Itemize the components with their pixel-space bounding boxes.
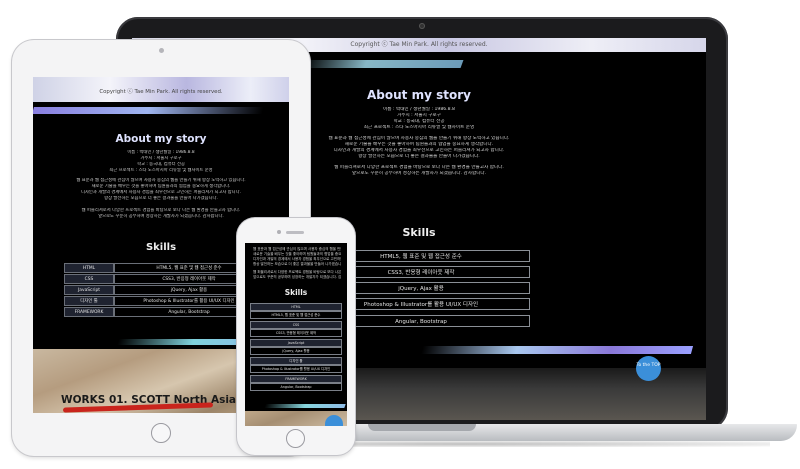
about-line: 거주지 : 서울시 구로구 (140, 156, 182, 161)
skill-value: CSS3, 반응형 레이아웃 제작 (250, 329, 342, 337)
skill-key: JavaScript (64, 285, 114, 295)
skill-key: FRAMEWORK (250, 375, 342, 383)
to-top-button[interactable]: To the TOP (636, 356, 661, 381)
skill-value: jQuery, Ajax 활용 (250, 347, 342, 355)
brush-stroke-decoration (300, 60, 464, 68)
to-top-button[interactable] (325, 415, 343, 426)
about-line: 새로운 기술을 배우는 것을 좋아하며 팀원들과의 협업을 중요하게 생각합니다… (91, 184, 231, 189)
phone-home-button-icon (286, 429, 305, 448)
about-line: 항상 발전하는 모습으로 더 좋은 결과물을 만들어 나가겠습니다. (104, 196, 218, 201)
skill-key: HTML (250, 303, 342, 311)
skill-row: JavaScript jQuery, Ajax 활용 (64, 285, 264, 295)
skill-value: HTML5, 웹 표준 및 웹 접근성 준수 (250, 311, 342, 319)
tablet-camera-icon (159, 48, 164, 53)
skill-key: 디자인 툴 (64, 296, 114, 306)
skill-row: CSS CSS3, 반응형 레이아웃 제작 (64, 274, 264, 284)
about-line: 학교 : 동국대, 컴퓨터 전공 (137, 162, 185, 167)
about-line: 웹 표준과 웹 접근성에 관심이 많으며 사용자 중심의 웹을 만들기 위해 항… (253, 247, 341, 251)
skill-row: 디자인 툴 Photoshop & Illustrator를 활용 UI/UX … (64, 296, 264, 306)
about-line: 디자인과 개발의 경계에서 사용자 경험을 최우선으로 고민하는 퍼블리셔가 되… (81, 190, 241, 195)
skill-key: 디자인 툴 (250, 357, 342, 365)
brush-stroke-decoration (33, 107, 264, 114)
about-line: 디자인과 개발의 경계에서 사용자 경험을 최우선으로 고민하는 퍼블리셔가 되… (253, 257, 341, 261)
about-line: 새로운 기술을 배우는 것을 좋아하며 팀원들과의 협업을 중요하게 생각합니다… (253, 252, 341, 256)
skill-key: JavaScript (250, 339, 342, 347)
skill-key: CSS (250, 321, 342, 329)
about-line: 앞으로도 꾸준히 공부하며 성장하는 개발자가 되겠습니다. 감사합니다. (253, 275, 341, 279)
about-line: 웹 퍼블리셔로서 다양한 프로젝트 경험을 바탕으로 보다 나은 웹 환경을 만… (253, 270, 341, 274)
brush-stroke-decoration (420, 346, 694, 354)
skill-value: Photoshop & Illustrator를 활용 UI/UX 디자인 (250, 365, 342, 373)
about-line: 최근 프로젝트 : 스타 노스아시아 리뉴얼 및 웹사이트 운영 (109, 168, 213, 173)
phone-camera-icon (277, 230, 281, 234)
skill-row: HTML HTML5, 웹 표준 및 웹 접근성 준수 (64, 263, 264, 273)
skill-key: CSS (64, 274, 114, 284)
laptop-notch (368, 424, 476, 431)
skill-row: FRAMEWORK Angular, Bootstrap (64, 307, 264, 317)
skill-key: HTML (64, 263, 114, 273)
skills-title: Skills (284, 288, 308, 297)
skill-key: FRAMEWORK (64, 307, 114, 317)
about-line: 웹 표준과 웹 접근성에 관심이 많으며 사용자 중심의 웹을 만들기 위해 항… (76, 178, 246, 183)
about-title: About my story (115, 133, 207, 145)
about-line: 앞으로도 꾸준히 공부하며 성장하는 개발자가 되겠습니다. 감사합니다. (98, 214, 224, 219)
laptop-camera-icon (419, 23, 425, 29)
brush-stroke-decoration (264, 404, 346, 408)
about-line: 웹 퍼블리셔로서 다양한 프로젝트 경험을 바탕으로 보다 나은 웹 환경을 만… (81, 208, 241, 213)
phone-speaker-icon (286, 231, 304, 234)
phone-screen: 웹 표준과 웹 접근성에 관심이 많으며 사용자 중심의 웹을 만들기 위해 항… (245, 243, 347, 426)
copyright-text: Copyright ⓒ Tae Min Park. All rights res… (99, 89, 223, 95)
skill-value: Angular, Bootstrap (250, 383, 342, 391)
about-line: 이름 : 박태민 / 생년월일 : 1986.8.8 (127, 150, 195, 155)
about-line: 항상 발전하는 모습으로 더 좋은 결과물을 만들어 나가겠습니다. (253, 262, 341, 266)
tablet-home-button-icon (151, 423, 171, 443)
